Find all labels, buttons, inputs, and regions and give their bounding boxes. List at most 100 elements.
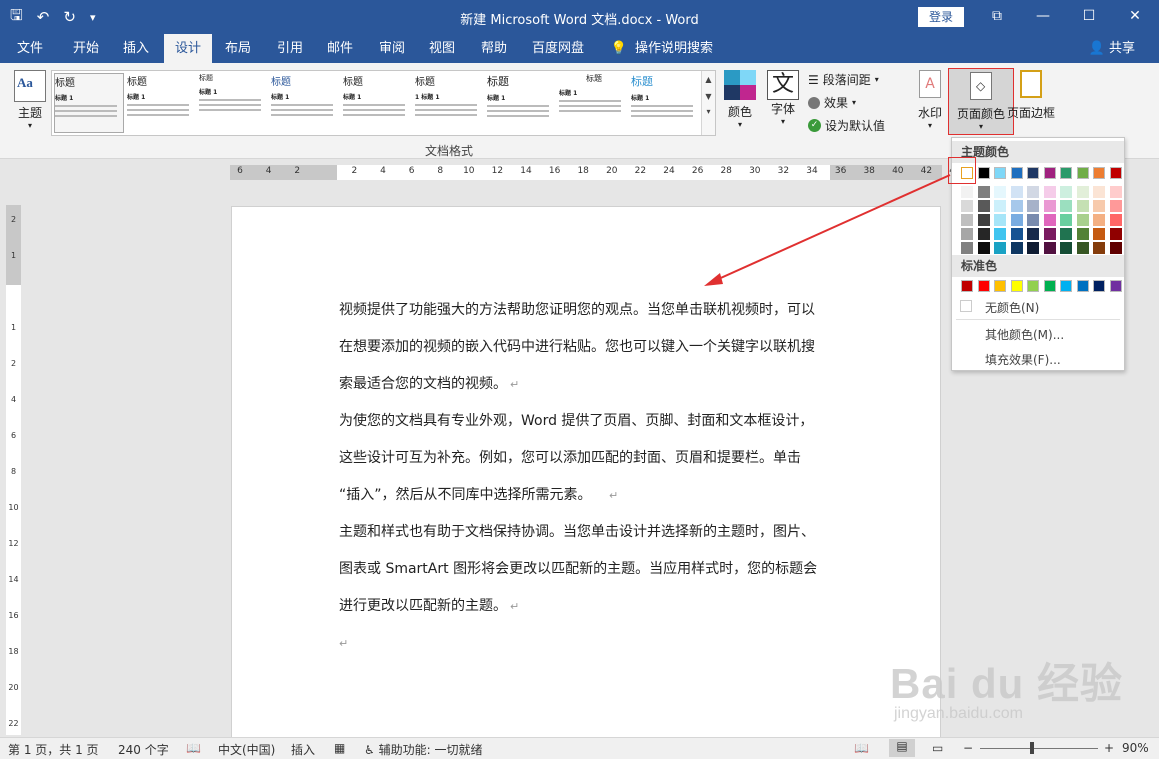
theme-shade-swatch[interactable] [1109,228,1122,240]
standard-color-swatch[interactable] [977,280,990,292]
theme-color-swatch[interactable] [1060,167,1072,179]
gallery-more-icon[interactable]: ▾ [702,107,715,116]
theme-shade-swatch[interactable] [1060,214,1072,226]
scroll-up-icon[interactable]: ▲ [702,75,715,84]
no-color-option[interactable]: 无颜色(N) [985,299,1039,316]
fill-effects-option[interactable]: 填充效果(F)... [985,351,1061,368]
theme-shade-swatch[interactable] [1043,242,1056,254]
theme-shade-swatch[interactable] [977,242,990,254]
tab-layout[interactable]: 布局 [214,34,262,63]
theme-color-swatch[interactable] [977,167,990,179]
theme-shade-swatch[interactable] [1043,200,1056,212]
tab-mailings[interactable]: 邮件 [316,34,364,63]
accessibility-status[interactable]: ♿ 辅助功能: 一切就绪 [364,741,482,758]
theme-shade-swatch[interactable] [1027,228,1039,240]
read-mode-icon[interactable]: 📖 [854,741,869,755]
language[interactable]: 中文(中国) [218,741,275,758]
page-borders-button[interactable]: 页面边框 [1006,70,1056,121]
theme-color-swatch[interactable] [1043,167,1056,179]
horizontal-ruler[interactable]: 6 4 2 2 4 6 8 10 12 14 16 18 20 22 24 26 28 30 32 34 36 38 40 4… [230,165,1018,180]
style-set-1[interactable]: 标题 标题 1 [127,73,197,133]
tab-baidu-netdisk[interactable]: 百度网盘 [524,34,592,63]
login-button[interactable]: 登录 [918,7,964,27]
theme-shade-swatch[interactable] [961,228,973,240]
paragraph-spacing-button[interactable]: ☰ 段落间距 ▾ [808,71,879,88]
theme-shade-swatch[interactable] [1109,200,1122,212]
theme-shade-swatch[interactable] [977,228,990,240]
theme-shade-swatch[interactable] [1109,186,1122,198]
standard-color-swatch[interactable] [1060,280,1072,292]
share-button[interactable]: 👤 共享 [1089,34,1135,63]
proofing-icon[interactable]: 📖 [186,741,201,755]
close-icon[interactable]: ✕ [1112,0,1158,34]
tab-design[interactable]: 设计 [164,34,212,63]
standard-color-swatch[interactable] [1109,280,1122,292]
theme-shade-swatch[interactable] [994,228,1006,240]
theme-shade-swatch[interactable] [1027,214,1039,226]
theme-color-swatch[interactable] [1093,167,1105,179]
theme-shade-swatch[interactable] [1076,200,1089,212]
theme-color-swatch[interactable] [1010,167,1023,179]
minimize-icon[interactable]: — [1020,0,1066,34]
theme-shade-swatch[interactable] [994,242,1006,254]
web-layout-icon[interactable]: ▭ [932,741,943,755]
maximize-icon[interactable]: ☐ [1066,0,1112,34]
more-colors-option[interactable]: 其他颜色(M)... [985,326,1064,343]
theme-shade-swatch[interactable] [1109,214,1122,226]
theme-shade-swatch[interactable] [1093,214,1105,226]
theme-shade-swatch[interactable] [1027,242,1039,254]
zoom-slider-thumb[interactable] [1030,742,1035,754]
tab-view[interactable]: 视图 [418,34,466,63]
set-as-default-button[interactable]: ✓ 设为默认值 [808,117,885,134]
theme-shade-swatch[interactable] [1076,186,1089,198]
theme-shade-swatch[interactable] [1043,214,1056,226]
zoom-slider[interactable] [980,748,1098,749]
theme-shade-swatch[interactable] [1093,228,1105,240]
tell-me-search[interactable]: 操作说明搜索 [632,34,716,63]
style-set-8[interactable]: 标题 标题 1 [631,73,701,133]
style-set-0[interactable]: 标题 标题 1 [54,73,124,133]
zoom-out-icon[interactable]: − [963,741,973,755]
theme-shade-swatch[interactable] [1010,228,1023,240]
style-set-2[interactable]: 标题 标题 1 [199,73,269,133]
fonts-button[interactable]: 文 字体 ▾ [765,70,801,126]
theme-shade-swatch[interactable] [1027,200,1039,212]
standard-color-swatch[interactable] [1093,280,1105,292]
theme-shade-swatch[interactable] [961,214,973,226]
theme-shade-swatch[interactable] [1027,186,1039,198]
tab-review[interactable]: 审阅 [368,34,416,63]
theme-shade-swatch[interactable] [1076,242,1089,254]
themes-button[interactable]: 主题 ▾ [12,70,48,130]
theme-shade-swatch[interactable] [1060,186,1072,198]
tab-home[interactable]: 开始 [62,34,110,63]
theme-shade-swatch[interactable] [1093,200,1105,212]
theme-shade-swatch[interactable] [994,200,1006,212]
theme-shade-swatch[interactable] [1010,214,1023,226]
style-set-4[interactable]: 标题 标题 1 [343,73,413,133]
theme-shade-swatch[interactable] [1076,214,1089,226]
style-set-3[interactable]: 标题 标题 1 [271,73,341,133]
theme-shade-swatch[interactable] [977,214,990,226]
theme-shade-swatch[interactable] [1060,200,1072,212]
theme-shade-swatch[interactable] [977,186,990,198]
colors-button[interactable]: 颜色 ▾ [722,70,758,129]
theme-color-swatch[interactable] [1027,167,1039,179]
theme-shade-swatch[interactable] [1093,242,1105,254]
style-set-7[interactable]: 标题 标题 1 [559,73,629,133]
theme-shade-swatch[interactable] [1093,186,1105,198]
insert-mode[interactable]: 插入 [291,741,315,758]
standard-color-swatch[interactable] [1076,280,1089,292]
standard-color-swatch[interactable] [1010,280,1023,292]
theme-shade-swatch[interactable] [994,214,1006,226]
page-count[interactable]: 第 1 页，共 1 页 [8,741,99,758]
tab-file[interactable]: 文件 [6,34,54,63]
style-set-6[interactable]: 标题 标题 1 [487,73,557,133]
standard-color-swatch[interactable] [994,280,1006,292]
macro-icon[interactable]: ▦ [334,741,345,755]
theme-shade-swatch[interactable] [1109,242,1122,254]
theme-color-swatch[interactable] [1076,167,1089,179]
tab-help[interactable]: 帮助 [470,34,518,63]
scroll-down-icon[interactable]: ▼ [702,92,715,101]
zoom-in-icon[interactable]: + [1104,741,1114,755]
theme-shade-swatch[interactable] [1010,242,1023,254]
